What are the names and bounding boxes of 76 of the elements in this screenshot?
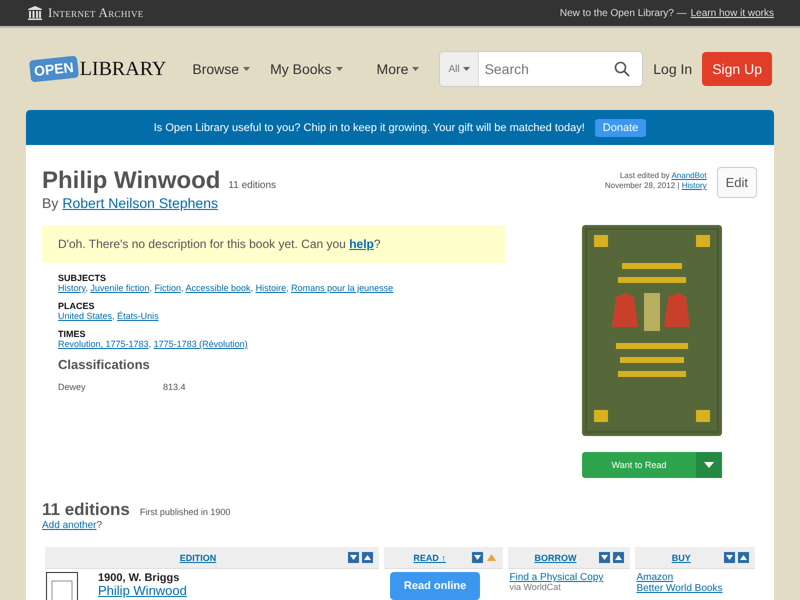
facet-heading: SUBJECTS [58,273,108,283]
donate-button[interactable]: Donate [594,118,646,136]
scope-dropdown[interactable]: All [440,52,479,86]
sort-ascending-icon[interactable] [362,552,373,563]
facet-link[interactable]: History [58,283,86,293]
classification-value: 813.4 [163,382,186,392]
sort-descending-icon[interactable] [724,552,735,563]
logo-badge[interactable]: OPEN [28,56,79,82]
nav-menu[interactable]: My Books [260,61,353,77]
library-building-icon [28,6,42,20]
facet-link[interactable]: Histoire [256,283,286,293]
store-link[interactable]: Better World Books [636,583,722,594]
caret-icon [243,67,250,71]
search-field[interactable]: All Search [439,51,644,87]
facet-link[interactable]: Revolution, 1775-1783 [58,339,149,349]
column-sort-link[interactable]: BORROW [534,552,576,562]
physical-copy-link[interactable]: Find a Physical Copy [509,572,604,583]
column-sort-link[interactable]: BUY [672,552,691,562]
sort-descending-icon[interactable] [348,552,359,563]
facet-link[interactable]: Accessible book [186,283,251,293]
book-title: Philip Winwood [42,167,220,195]
dropdown-icon[interactable] [704,462,714,468]
description-notice: D'oh. There's no description for this book yet. Can you help? [42,225,505,263]
by-label: By [42,195,58,211]
sort-descending-icon[interactable] [599,552,610,563]
separator: , [180,283,184,293]
edition-title-link[interactable]: Philip Winwood [98,583,187,598]
first-published: First published in 1900 [140,507,230,517]
editions-count: 11 editions [228,180,276,191]
author-link[interactable]: Robert Neilson Stephens [62,195,218,211]
facet-link[interactable]: États-Unis [117,311,159,321]
read-online-button[interactable]: Read online [390,572,480,600]
brand-name: Internet Archive [48,5,144,21]
sort-ascending-icon[interactable] [613,552,624,563]
nav-menu[interactable]: Browse [182,61,260,77]
facet-link[interactable]: Romans pour la jeunesse [291,283,394,293]
search-icon[interactable] [614,61,630,77]
facet-link[interactable]: Juvenile fiction [90,283,150,293]
store-link[interactable]: Amazon [636,572,674,583]
column-sort-link[interactable]: EDITION [180,552,216,562]
facet-heading: TIMES [58,329,87,339]
question-mark: ? [96,520,102,531]
banner-text: Is Open Library useful to you? Chip in to keep it growing. Your gift will be matched today! [154,122,585,134]
learn-link[interactable]: Learn how it works [690,8,774,18]
caret-icon [412,67,420,71]
facet-link[interactable]: United States [58,311,112,321]
sort-descending-icon[interactable] [472,552,484,563]
separator: , [148,339,152,349]
classification-label: Dewey [58,382,87,392]
history-link[interactable]: History [682,181,707,190]
add-another-link[interactable]: Add another [42,520,96,531]
sort-ascending-icon[interactable] [738,552,749,563]
column-sort-link[interactable]: READ ↑ [413,552,446,562]
borrow-note: via WorldCat [509,583,561,593]
edit-button[interactable]: Edit [716,167,757,198]
separator: , [286,283,289,293]
editions-heading: 11 editions [42,500,130,520]
want-to-read-button[interactable]: Want to Read [582,452,722,478]
separator: , [250,283,254,293]
separator: , [149,283,152,293]
facet-heading: PLACES [58,301,96,311]
caret-icon [462,67,470,71]
nav-menu[interactable]: More [366,61,430,77]
facet-link[interactable]: 1775-1783 (Révolution) [154,339,248,349]
caret-icon [336,67,343,71]
separator: , [112,311,115,321]
editor-link[interactable]: AnandBot [671,171,707,180]
login-link[interactable]: Log In [653,61,692,77]
edition-publisher: 1900, W. Briggs [98,572,180,584]
classifications-heading: Classifications [58,357,151,372]
prompt-text: New to the Open Library? — [560,8,687,18]
logo-word[interactable]: LIBRARY [80,58,166,80]
last-edited-text: Last edited by AnandBot November 28, 2012 | History [604,171,707,191]
signup-button[interactable]: Sign Up [702,52,772,86]
separator: , [85,283,88,293]
facet-link[interactable]: Fiction [154,283,181,293]
